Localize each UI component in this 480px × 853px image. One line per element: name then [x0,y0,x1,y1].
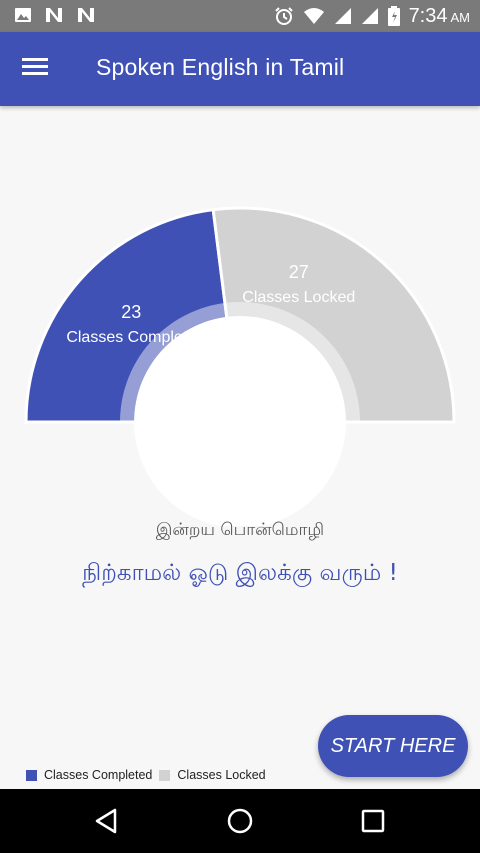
slice-label-completed-value: 23 [121,302,141,322]
chart-legend: Classes Completed Classes Locked [26,768,273,782]
image-icon [15,8,31,22]
legend-item-locked: Classes Locked [159,768,266,782]
start-here-button[interactable]: START HERE [318,715,468,777]
legend-swatch-completed [26,769,37,781]
legend-label-completed: Classes Completed [44,768,153,782]
slice-label-locked-text: Classes Locked [242,289,355,306]
legend-swatch-locked [159,769,171,781]
progress-chart: 23 Classes Complete 27 Classes Locked [24,206,456,526]
legend-item-completed: Classes Completed [26,768,152,782]
clock-ampm: AM [450,9,471,25]
slice-label-completed-text: Classes Complete [66,329,196,346]
quote-heading: இன்றய பொன்மொழி [155,520,325,540]
app-bar: Spoken English in Tamil [0,32,480,106]
signal-icon [361,8,378,24]
n-icon [78,8,94,22]
battery-icon [387,6,400,26]
alarm-icon [274,7,293,25]
clock-time: 7:34 [408,4,448,27]
chart-center-hole [134,316,346,526]
slice-label-locked-value: 27 [289,262,309,282]
page-title: Spoken English in Tamil [96,54,345,80]
home-icon[interactable] [224,805,256,837]
clock: 7:34 AM [409,5,470,28]
navigation-bar [0,789,480,853]
recents-icon[interactable] [357,805,389,837]
back-icon[interactable] [91,805,123,837]
wifi-icon [303,8,324,24]
signal-icon [334,8,351,24]
menu-icon[interactable] [22,54,52,84]
n-icon [46,8,62,22]
legend-label-locked: Classes Locked [177,768,266,782]
status-bar: 7:34 AM [0,0,480,32]
quote-text: நிற்காமல் ஓடு இலக்கு வரும் ! [82,560,398,586]
